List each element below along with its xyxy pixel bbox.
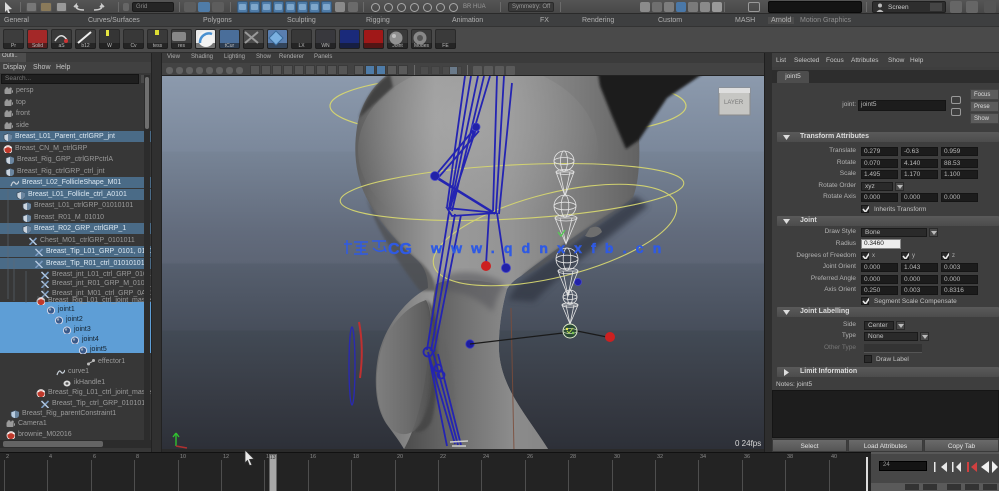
svg-text:LAYER: LAYER bbox=[724, 100, 744, 106]
svg-text:0 24fps: 0 24fps bbox=[735, 439, 761, 448]
svg-text:www.qdnxxfb.cn: www.qdnxxfb.cn bbox=[430, 240, 671, 256]
svg-text:CG: CG bbox=[388, 241, 412, 258]
